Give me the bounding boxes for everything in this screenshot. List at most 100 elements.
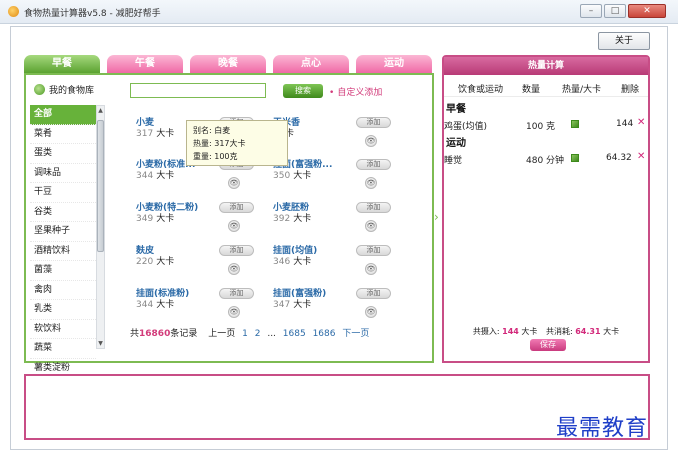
close-button[interactable]: ✕ (628, 4, 666, 18)
watermark: 最需教育 (556, 416, 649, 441)
add-food-button[interactable]: 添加 (356, 245, 391, 256)
category-item[interactable]: 软饮料 (30, 320, 96, 339)
page-link[interactable]: 1686 (313, 329, 336, 339)
food-calories: 344 (136, 171, 154, 181)
food-detail-icon[interactable]: 👁 (228, 263, 240, 275)
category-item[interactable]: 干豆 (30, 183, 96, 203)
pager-prefix: 共 (130, 329, 140, 339)
category-item[interactable]: 蛋类 (30, 144, 96, 164)
edit-icon[interactable] (571, 120, 579, 128)
tooltip-alias: 别名: 白麦 (193, 126, 231, 135)
category-item[interactable]: 菌藻 (30, 261, 96, 281)
tab-lunch[interactable]: 午餐 (107, 55, 183, 73)
food-detail-icon[interactable]: 👁 (365, 263, 377, 275)
food-library-label: 我的食物库 (49, 86, 95, 96)
add-food-button[interactable]: 添加 (356, 288, 391, 299)
tab-exercise[interactable]: 运动 (356, 55, 432, 73)
calc-row: 睡觉 480 分钟 64.32 ✕ (444, 151, 648, 166)
food-panel: 我的食物库 搜索 • 自定义添加 全部 菜肴 蛋类 调味品 干豆 谷类 坚果种子 … (24, 73, 434, 378)
food-calories: 317 (136, 129, 154, 139)
page-link[interactable]: 2 (255, 329, 261, 339)
bullet-icon: • (329, 88, 335, 98)
food-item: 挂面(富强粉) 347 大卡 添加 👁 (273, 286, 403, 326)
tab-snack[interactable]: 点心 (273, 55, 349, 73)
save-button[interactable]: 保存 (530, 339, 566, 351)
category-item[interactable]: 乳类 (30, 300, 96, 320)
food-unit: 大卡 (293, 257, 312, 267)
maximize-button[interactable]: □ (604, 4, 626, 18)
burn-value: 64.31 (575, 327, 601, 336)
category-item[interactable]: 谷类 (30, 203, 96, 222)
calorie-calc-panel: 热量计算 饮食或运动 数量 热量/大卡 删除 早餐 鸡蛋(均值) 100 克 1… (442, 55, 650, 363)
tab-breakfast[interactable]: 早餐 (24, 55, 100, 73)
scroll-up-icon[interactable]: ▲ (97, 106, 104, 115)
tooltip-weight: 重量: 100克 (193, 152, 238, 161)
food-item: 玉米香 大卡 添加 👁 (273, 115, 403, 155)
food-detail-icon[interactable]: 👁 (228, 177, 240, 189)
tab-dinner[interactable]: 晚餐 (190, 55, 266, 73)
add-food-button[interactable]: 添加 (219, 202, 254, 213)
app-icon (8, 6, 19, 17)
food-unit: 大卡 (293, 214, 312, 224)
calc-cal: 144 (616, 119, 634, 129)
calc-row: 鸡蛋(均值) 100 克 144 ✕ (444, 117, 648, 132)
food-detail-icon[interactable]: 👁 (365, 177, 377, 189)
food-item: 挂面(富强粉... 350 大卡 添加 👁 (273, 157, 403, 197)
add-food-button[interactable]: 添加 (219, 245, 254, 256)
food-calories: 349 (136, 214, 154, 224)
intake-label: 共摄入: (472, 327, 500, 336)
food-item: 挂面(标准粉) 344 大卡 添加 👁 (136, 286, 266, 326)
burn-label: 共消耗: (545, 327, 573, 336)
food-detail-icon[interactable]: 👁 (365, 306, 377, 318)
category-item[interactable]: 禽肉 (30, 281, 96, 300)
calc-item: 睡觉 (444, 156, 463, 166)
panel-arrow-icon: › (434, 210, 439, 224)
category-item[interactable]: 调味品 (30, 164, 96, 183)
my-food-library[interactable]: 我的食物库 (34, 83, 94, 96)
pager-suffix: 条记录 (170, 329, 198, 339)
prev-page-link[interactable]: 上一页 (208, 329, 235, 339)
edit-icon[interactable] (571, 154, 579, 162)
category-all[interactable]: 全部 (30, 105, 96, 125)
col-delete: 删除 (621, 85, 640, 95)
add-food-button[interactable]: 添加 (219, 288, 254, 299)
food-detail-icon[interactable]: 👁 (365, 135, 377, 147)
scroll-down-icon[interactable]: ▼ (97, 339, 104, 348)
food-detail-icon[interactable]: 👁 (365, 220, 377, 232)
scrollbar-thumb[interactable] (97, 120, 104, 252)
app-window: 食物热量计算器v5.8 - 减肥好帮手 – □ ✕ 关于 早餐 午餐 晚餐 点心… (0, 0, 678, 455)
category-scrollbar[interactable]: ▲ ▼ (96, 105, 105, 349)
about-button[interactable]: 关于 (598, 32, 650, 50)
next-page-link[interactable]: 下一页 (342, 329, 369, 339)
burn-unit: 大卡 (603, 327, 620, 336)
delete-icon[interactable]: ✕ (637, 151, 645, 162)
record-count: 16860 (139, 329, 171, 339)
category-item[interactable]: 坚果种子 (30, 222, 96, 242)
add-food-button[interactable]: 添加 (356, 202, 391, 213)
food-unit: 大卡 (156, 171, 175, 181)
delete-icon[interactable]: ✕ (637, 117, 645, 128)
page-ellipsis: ... (267, 329, 276, 339)
food-detail-icon[interactable]: 👁 (228, 220, 240, 232)
page-link[interactable]: 1 (242, 329, 248, 339)
category-list: 全部 菜肴 蛋类 调味品 干豆 谷类 坚果种子 酒精饮料 菌藻 禽肉 乳类 软饮… (30, 105, 96, 378)
category-item[interactable]: 蔬菜 (30, 339, 96, 359)
calc-qty[interactable]: 480 分钟 (526, 153, 564, 166)
totals-line: 共摄入: 144 大卡 共消耗: 64.31 大卡 (444, 326, 648, 337)
minimize-button[interactable]: – (580, 4, 602, 18)
search-input[interactable] (130, 83, 266, 98)
search-button[interactable]: 搜索 (283, 84, 323, 98)
pagination: 共16860条记录 上一页 1 2 ... 1685 1686 下一页 (130, 326, 369, 339)
category-item[interactable]: 酒精饮料 (30, 242, 96, 261)
calc-qty[interactable]: 100 克 (526, 119, 555, 132)
add-food-button[interactable]: 添加 (356, 159, 391, 170)
food-calories: 392 (273, 214, 291, 224)
category-item[interactable]: 菜肴 (30, 125, 96, 144)
food-item: 挂面(均值) 346 大卡 添加 👁 (273, 243, 403, 283)
custom-add-link[interactable]: • 自定义添加 (329, 85, 382, 98)
tooltip-calories: 热量: 317大卡 (193, 139, 246, 148)
page-link[interactable]: 1685 (283, 329, 306, 339)
food-detail-icon[interactable]: 👁 (228, 306, 240, 318)
intake-value: 144 (502, 327, 519, 336)
add-food-button[interactable]: 添加 (356, 117, 391, 128)
